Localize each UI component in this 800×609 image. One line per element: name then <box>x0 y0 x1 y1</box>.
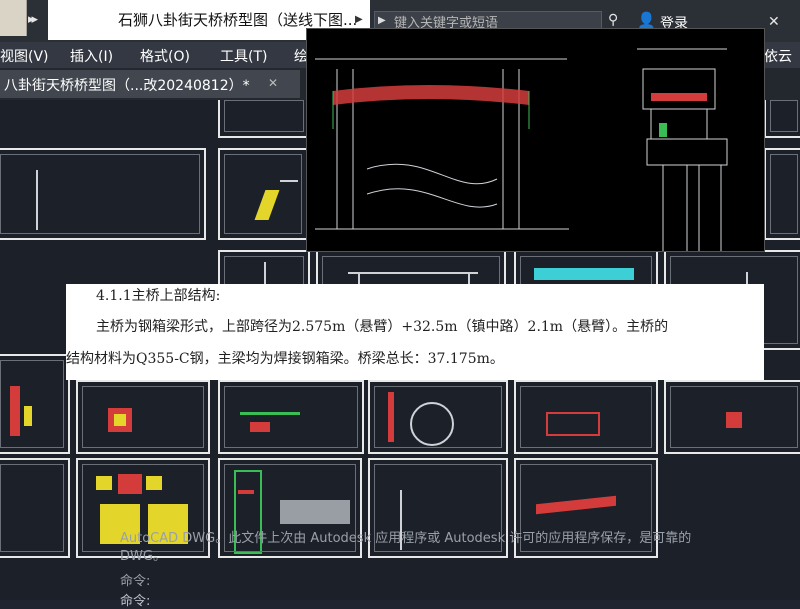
tab-close-icon[interactable]: ✕ <box>268 76 278 90</box>
menu-extension[interactable]: 依云 <box>764 46 792 66</box>
search-expand-icon[interactable]: ▶ <box>378 15 386 26</box>
drawing-sheet <box>218 380 364 454</box>
drawing-sheet <box>0 148 206 240</box>
command-message: AutoCAD DWG。此文件上次由 Autodesk 应用程序或 Autode… <box>120 531 692 546</box>
user-icon[interactable]: 👤 <box>637 11 656 29</box>
drawing-sheet <box>368 380 508 454</box>
binoculars-icon[interactable]: ⚲ <box>608 12 618 28</box>
paragraph-line-1: 主桥为钢箱梁形式，上部跨径为2.575m（悬臂）+32.5m（镇中路）2.1m（… <box>96 319 669 335</box>
paragraph-line-2: 结构材料为Q355-C钢，主梁均为焊接钢箱梁。桥梁总长：37.175m。 <box>66 351 504 367</box>
drawing-sheet <box>0 354 70 454</box>
document-tab-label[interactable]: 八卦街天桥桥型图（...改20240812）* <box>4 75 250 95</box>
drawing-sheet <box>76 380 210 454</box>
close-icon[interactable]: ✕ <box>768 14 780 30</box>
drawing-sheet <box>764 100 800 138</box>
drawing-sheet <box>764 148 800 240</box>
menu-tools[interactable]: 工具(T) <box>220 46 267 66</box>
menu-insert[interactable]: 插入(I) <box>70 46 113 66</box>
drawing-sheet <box>218 148 308 240</box>
drawing-sheet <box>514 380 658 454</box>
command-message-tail: DWG。 <box>120 549 166 564</box>
command-prompt-1: 命令: <box>120 574 151 589</box>
menu-format[interactable]: 格式(O) <box>140 46 190 66</box>
quick-access-overflow-icon[interactable]: ▸▸ <box>28 12 38 27</box>
menu-view[interactable]: 视图(V) <box>0 46 49 66</box>
section-heading: 4.1.1主桥上部结构: <box>96 288 221 304</box>
drawing-preview-window <box>306 28 765 252</box>
drawing-sheet <box>0 458 70 558</box>
drawing-sheet <box>218 100 310 138</box>
title-dropdown-icon[interactable]: ▶ <box>355 14 363 25</box>
application-menu-button[interactable] <box>0 0 27 36</box>
window-title: 石狮八卦街天桥桥型图（送线下图... <box>118 11 358 29</box>
drawing-sheet <box>664 380 800 454</box>
bridge-elevation-drawing <box>315 48 728 251</box>
